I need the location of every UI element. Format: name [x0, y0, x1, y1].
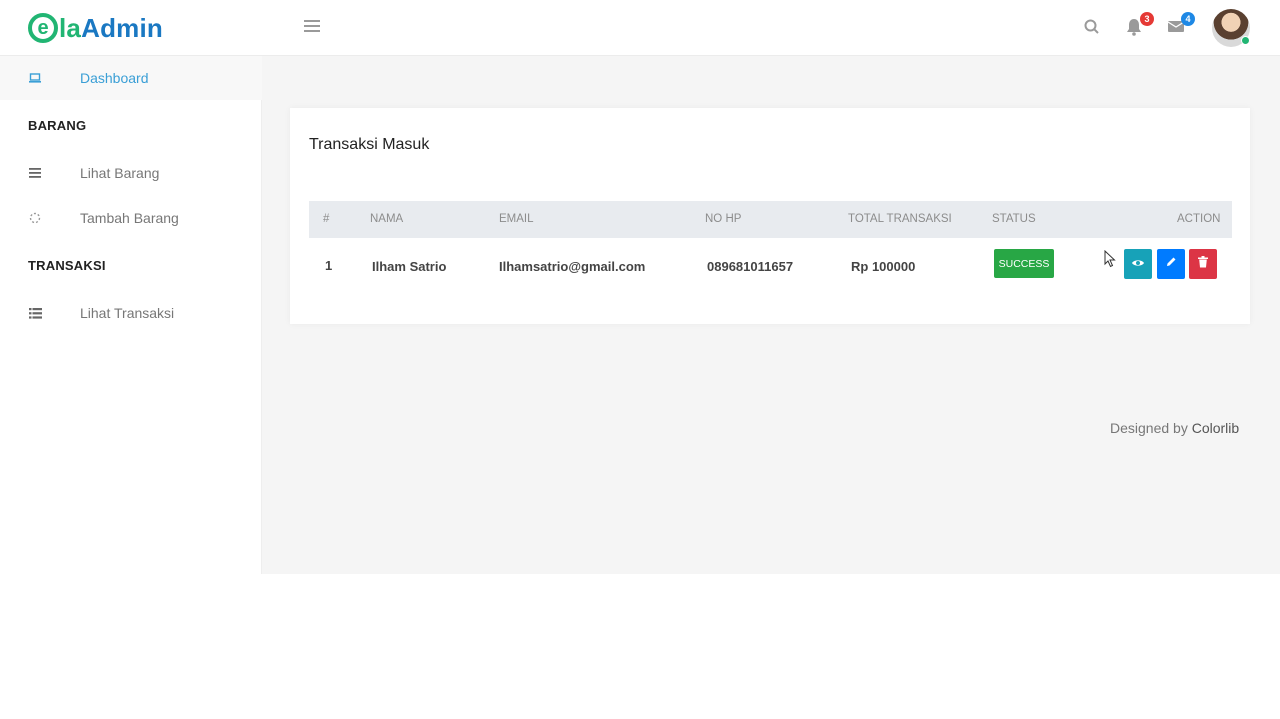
sidebar-item-tambah-barang[interactable]: Tambah Barang [0, 196, 262, 240]
sidebar-section-transaksi: TRANSAKSI [28, 258, 106, 273]
sidebar-section-barang: BARANG [28, 118, 87, 133]
list-icon [28, 166, 42, 180]
table-header: # NAMA EMAIL NO HP TOTAL TRANSAKSI STATU… [309, 201, 1232, 238]
card-title: Transaksi Masuk [309, 136, 430, 153]
footer-prefix: Designed by [1110, 420, 1188, 436]
cell-no: 1 [325, 258, 333, 273]
notifications-badge: 3 [1140, 12, 1154, 26]
status-success-button[interactable]: SUCCESS [994, 249, 1054, 278]
pencil-icon [1165, 255, 1177, 273]
search-icon[interactable] [1083, 18, 1103, 38]
messages-badge: 4 [1181, 12, 1195, 26]
trash-icon [1198, 255, 1208, 273]
cell-nama: Ilham Satrio [372, 259, 447, 274]
ela-admin-logo[interactable]: e laAdmin [28, 12, 163, 44]
sidebar-item-label: Lihat Transaksi [80, 305, 175, 321]
menu-toggle-icon[interactable] [304, 20, 320, 34]
eye-icon [1131, 255, 1145, 273]
column-header-nama: NAMA [370, 213, 404, 225]
cell-email: Ilhamsatrio@gmail.com [499, 259, 646, 274]
edit-button[interactable] [1157, 249, 1185, 279]
spinner-icon [28, 211, 42, 225]
column-header-total: TOTAL TRANSAKSI [848, 213, 952, 225]
sidebar-item-dashboard[interactable]: Dashboard [0, 56, 262, 100]
column-header-email: EMAIL [499, 213, 534, 225]
notifications-bell-icon[interactable]: 3 [1126, 12, 1154, 38]
footer-brand-link[interactable]: Colorlib [1192, 420, 1239, 436]
messages-mail-icon[interactable]: 4 [1167, 12, 1195, 38]
laptop-icon [28, 71, 42, 85]
column-header-action: ACTION [1177, 213, 1221, 225]
logo-e-mark: e [28, 13, 58, 43]
cell-no-hp: 089681011657 [707, 259, 794, 274]
user-avatar[interactable] [1212, 9, 1250, 47]
main-content [262, 56, 1280, 574]
sidebar-item-label: Dashboard [80, 70, 149, 86]
delete-button[interactable] [1189, 249, 1217, 279]
list-detail-icon [28, 306, 42, 320]
view-button[interactable] [1124, 249, 1152, 279]
sidebar-item-label: Lihat Barang [80, 165, 160, 181]
column-header-no: # [323, 213, 330, 225]
top-navbar: e laAdmin 3 4 [0, 0, 1280, 56]
sidebar: Dashboard BARANG Lihat Barang Tambah Bar… [0, 56, 262, 574]
sidebar-item-lihat-transaksi[interactable]: Lihat Transaksi [0, 291, 262, 335]
footer-credit: Designed by Colorlib [1110, 420, 1239, 436]
column-header-no-hp: NO HP [705, 213, 742, 225]
logo-text-la: la [59, 12, 82, 43]
sidebar-item-label: Tambah Barang [80, 210, 179, 226]
sidebar-item-lihat-barang[interactable]: Lihat Barang [0, 151, 262, 195]
cell-total: Rp 100000 [851, 259, 916, 274]
column-header-status: STATUS [992, 213, 1036, 225]
logo-text-admin: Admin [81, 12, 163, 43]
online-status-dot [1241, 36, 1250, 45]
mouse-cursor-icon [1104, 249, 1116, 273]
